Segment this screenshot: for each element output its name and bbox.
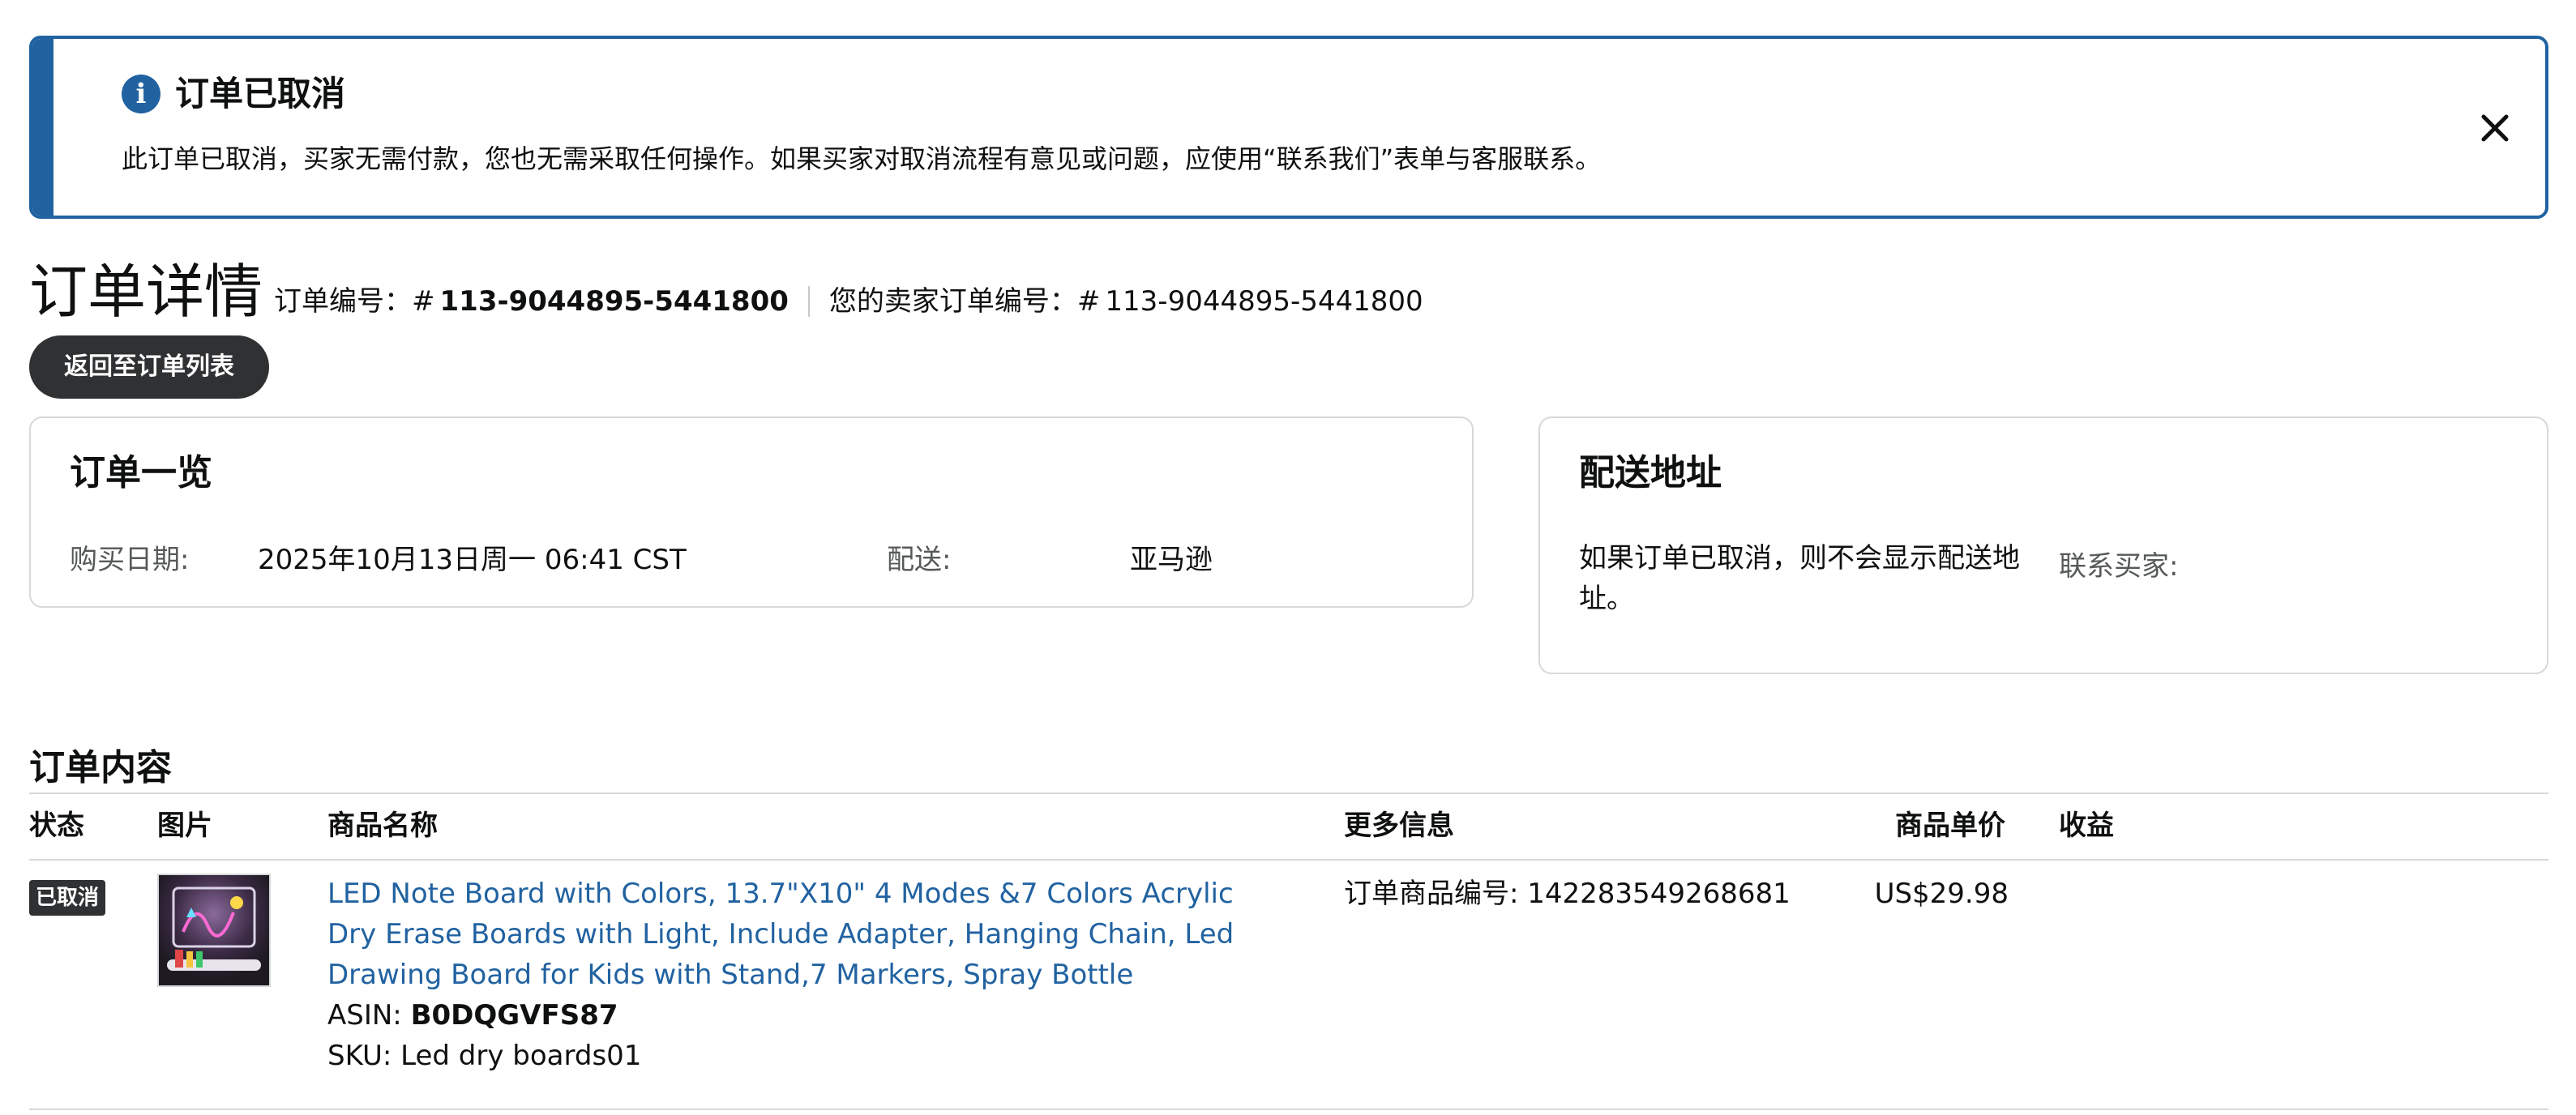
order-identifiers: 订单编号：# 113-9044895-5441800 您的卖家订单编号：# 11… bbox=[274, 282, 1423, 321]
divider bbox=[807, 286, 810, 317]
shipping-address-message: 如果订单已取消，则不会显示配送地址。 bbox=[1579, 542, 2020, 615]
divider bbox=[29, 859, 2548, 861]
asin-line: ASIN: B0DQGVFS87 bbox=[327, 995, 618, 1036]
shipping-value: 亚马逊 bbox=[1130, 544, 1213, 576]
shipping-address-card: 配送地址 如果订单已取消，则不会显示配送地址。 联系买家: bbox=[1538, 417, 2548, 674]
product-title-link[interactable]: LED Note Board with Colors, 13.7"X10" 4 … bbox=[327, 874, 1284, 995]
seller-order-number-label: 您的卖家订单编号：# bbox=[828, 285, 1101, 318]
sku-label: SKU: bbox=[327, 1040, 401, 1072]
page-title: 订单详情 bbox=[29, 258, 263, 326]
divider bbox=[29, 792, 2548, 794]
alert-accent-stripe bbox=[32, 39, 53, 216]
sku-value: Led dry boards01 bbox=[400, 1040, 642, 1072]
divider bbox=[29, 1109, 2548, 1110]
alert-title: 订单已取消 bbox=[175, 74, 346, 113]
unit-price: US$29.98 bbox=[1874, 878, 2009, 910]
alert-message: 此订单已取消，买家无需付款，您也无需采取任何操作。如果买家对取消流程有意见或问题… bbox=[122, 143, 1602, 174]
close-icon bbox=[2481, 114, 2509, 142]
column-header-more-info: 更多信息 bbox=[1344, 810, 1454, 842]
column-header-proceeds: 收益 bbox=[2059, 810, 2114, 842]
shipping-label: 配送: bbox=[887, 544, 952, 576]
column-header-image: 图片 bbox=[157, 810, 212, 842]
seller-order-number: 113-9044895-5441800 bbox=[1105, 285, 1423, 318]
column-header-status: 状态 bbox=[29, 810, 84, 842]
asin-value: B0DQGVFS87 bbox=[410, 999, 618, 1032]
product-image bbox=[159, 875, 269, 985]
order-cancelled-alert: i 订单已取消 此订单已取消，买家无需付款，您也无需采取任何操作。如果买家对取消… bbox=[29, 36, 2548, 219]
order-item-id-value: 142283549268681 bbox=[1527, 878, 1791, 910]
purchase-date-label: 购买日期: bbox=[70, 544, 190, 576]
sku-line: SKU: Led dry boards01 bbox=[327, 1036, 641, 1076]
order-number: 113-9044895-5441800 bbox=[439, 285, 789, 318]
order-contents-title: 订单内容 bbox=[29, 747, 172, 788]
purchase-date-value: 2025年10月13日周一 06:41 CST bbox=[258, 544, 687, 576]
shipping-address-title: 配送地址 bbox=[1579, 452, 1722, 493]
order-item-id: 订单商品编号: 142283549268681 bbox=[1344, 874, 1791, 914]
column-header-product-name: 商品名称 bbox=[327, 810, 438, 842]
contact-buyer-label: 联系买家: bbox=[2059, 550, 2179, 583]
back-to-order-list-button[interactable]: 返回至订单列表 bbox=[29, 335, 269, 399]
order-summary-card: 订单一览 购买日期: 2025年10月13日周一 06:41 CST 配送: 亚… bbox=[29, 417, 1474, 608]
info-icon: i bbox=[122, 75, 160, 113]
close-alert-button[interactable] bbox=[2469, 102, 2521, 154]
status-badge: 已取消 bbox=[29, 880, 106, 916]
product-thumbnail[interactable] bbox=[157, 874, 271, 987]
order-summary-title: 订单一览 bbox=[70, 452, 212, 493]
order-item-id-label: 订单商品编号: bbox=[1344, 878, 1528, 910]
asin-label: ASIN: bbox=[327, 999, 411, 1032]
column-header-unit-price: 商品单价 bbox=[1895, 810, 2005, 842]
order-number-label: 订单编号：# bbox=[274, 285, 435, 318]
